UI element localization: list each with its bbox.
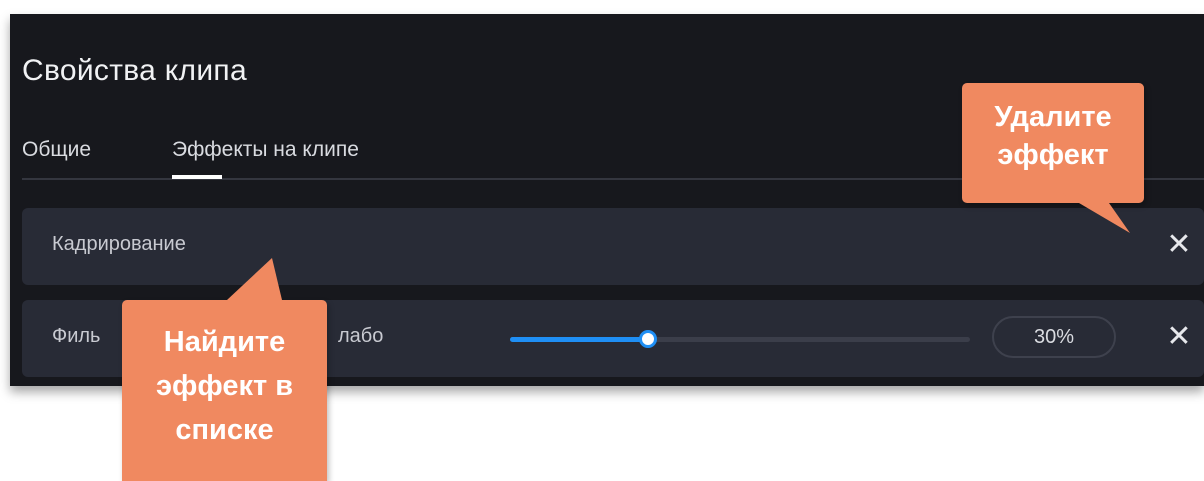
slider-fill	[510, 337, 648, 342]
callout-pointer	[1062, 193, 1130, 233]
effect-row-crop[interactable]: Кадрирование ✕	[22, 208, 1204, 285]
strength-value-field[interactable]: 30%	[992, 316, 1116, 358]
tab-general[interactable]: Общие	[22, 138, 91, 162]
callout-find-line3: списке	[175, 414, 274, 446]
effect-name: Кадрирование	[52, 233, 186, 255]
callout-delete-line2: эффект	[997, 139, 1109, 171]
callout-delete-line1: Удалите	[994, 101, 1112, 133]
tab-clip-effects[interactable]: Эффекты на клипе	[172, 138, 359, 179]
panel-title: Свойства клипа	[22, 54, 247, 87]
callout-delete-effect: Удалите эффект	[962, 83, 1144, 233]
close-icon[interactable]: ✕	[1162, 228, 1196, 262]
strength-slider[interactable]	[510, 330, 970, 348]
effect-name-start: Филь	[52, 325, 101, 347]
callout-pointer	[227, 258, 282, 300]
close-icon[interactable]: ✕	[1162, 320, 1196, 354]
slider-thumb[interactable]	[639, 330, 657, 348]
callout-find-line1: Найдите	[163, 326, 286, 358]
callout-find-line2: эффект в	[155, 370, 294, 402]
callout-find-effect: Найдите эффект в списке	[122, 258, 327, 481]
effect-name-end: лабо	[338, 325, 384, 347]
